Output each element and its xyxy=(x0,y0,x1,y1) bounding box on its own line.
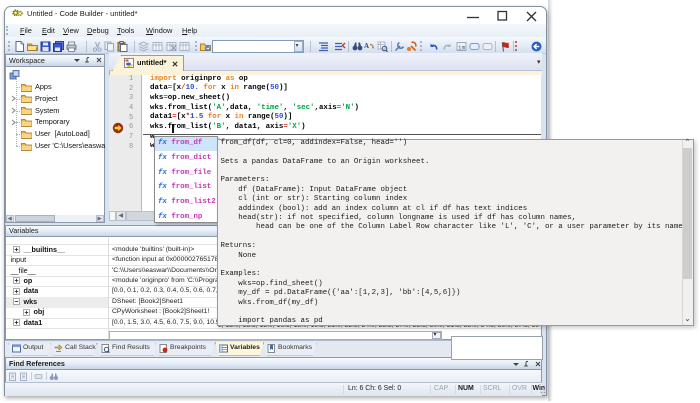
svg-text:A: A xyxy=(364,42,369,50)
svg-text:im: im xyxy=(458,45,466,52)
